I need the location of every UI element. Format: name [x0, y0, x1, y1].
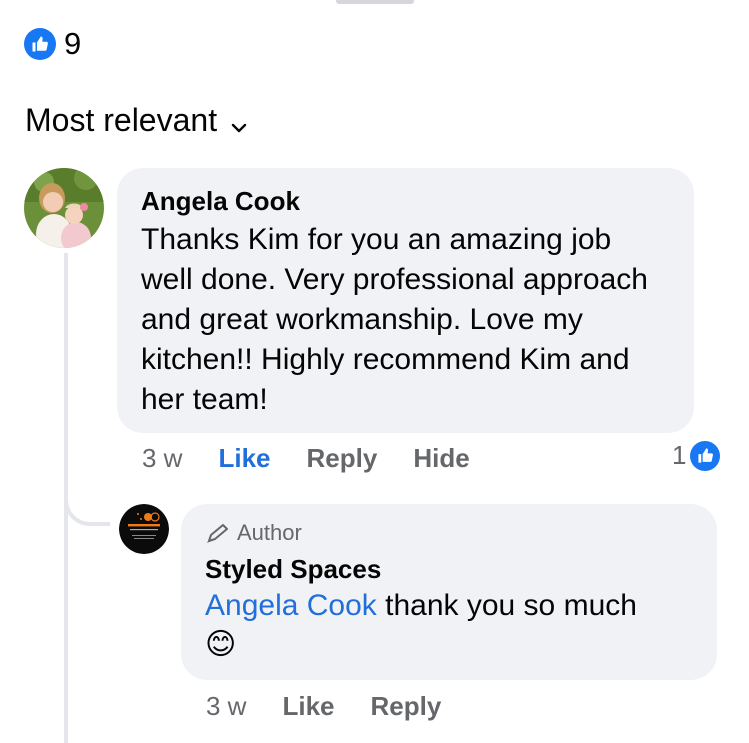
comment-author[interactable]: Angela Cook: [141, 186, 670, 216]
reply-text: Angela Cook thank you so much 😊: [205, 586, 693, 664]
reply-timestamp: 3 w: [206, 691, 247, 721]
like-button[interactable]: Like: [282, 691, 334, 722]
comment-actions: 3 w Like Reply Hide: [142, 443, 506, 474]
chevron-down-icon: [231, 104, 247, 141]
hide-button[interactable]: Hide: [413, 443, 469, 474]
reply-button[interactable]: Reply: [371, 691, 442, 722]
comment-text: Thanks Kim for you an amazing job well d…: [141, 223, 648, 416]
page-logo: [119, 504, 169, 554]
smile-emoji: 😊: [205, 628, 237, 661]
reply-avatar[interactable]: [119, 504, 169, 554]
thumbs-up-icon: [24, 28, 56, 60]
post-reactions[interactable]: 9: [24, 26, 81, 62]
pencil-icon: [207, 524, 228, 543]
reply-button[interactable]: Reply: [307, 443, 378, 474]
reply-message: thank you so much: [376, 589, 637, 622]
thumbs-up-icon: [690, 440, 721, 471]
comment-reaction-count: 1: [672, 440, 687, 470]
sheet-drag-handle[interactable]: [336, 0, 414, 4]
author-badge: Author: [205, 520, 693, 546]
reply-connector: [64, 460, 110, 526]
reaction-count: 9: [64, 26, 82, 61]
reply-bubble[interactable]: Author Styled Spaces Angela Cook thank y…: [181, 504, 717, 680]
like-button[interactable]: Like: [218, 443, 270, 474]
comment-bubble[interactable]: Angela Cook Thanks Kim for you an amazin…: [117, 168, 694, 433]
author-badge-label: Author: [237, 520, 302, 545]
reply-author[interactable]: Styled Spaces: [205, 554, 693, 584]
profile-photo: [24, 168, 104, 248]
sort-label: Most relevant: [25, 102, 218, 138]
comment-reactions[interactable]: 1: [672, 440, 721, 471]
sort-dropdown[interactable]: Most relevant: [25, 100, 247, 141]
mention-link[interactable]: Angela Cook: [205, 589, 377, 622]
comment-timestamp: 3 w: [142, 443, 183, 473]
reply-actions: 3 w Like Reply: [206, 691, 477, 722]
avatar[interactable]: [24, 168, 104, 248]
